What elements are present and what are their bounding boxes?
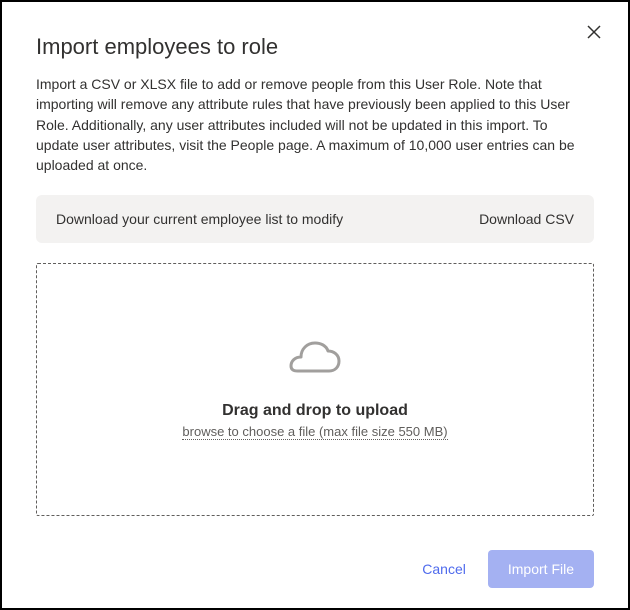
cloud-upload-icon	[288, 339, 342, 388]
dialog-description: Import a CSV or XLSX file to add or remo…	[36, 74, 594, 175]
dropzone-title: Drag and drop to upload	[222, 402, 408, 420]
dialog-footer: Cancel Import File	[36, 550, 594, 588]
download-csv-button[interactable]: Download CSV	[479, 211, 574, 227]
import-file-button[interactable]: Import File	[488, 550, 594, 588]
download-bar-text: Download your current employee list to m…	[56, 211, 343, 227]
cancel-button[interactable]: Cancel	[422, 561, 466, 577]
file-dropzone[interactable]: Drag and drop to upload browse to choose…	[36, 263, 594, 516]
dialog-title: Import employees to role	[36, 34, 594, 60]
download-csv-bar: Download your current employee list to m…	[36, 195, 594, 243]
browse-file-button[interactable]: browse to choose a file (max file size 5…	[182, 424, 447, 440]
close-button[interactable]	[582, 20, 606, 47]
close-icon	[586, 28, 602, 43]
